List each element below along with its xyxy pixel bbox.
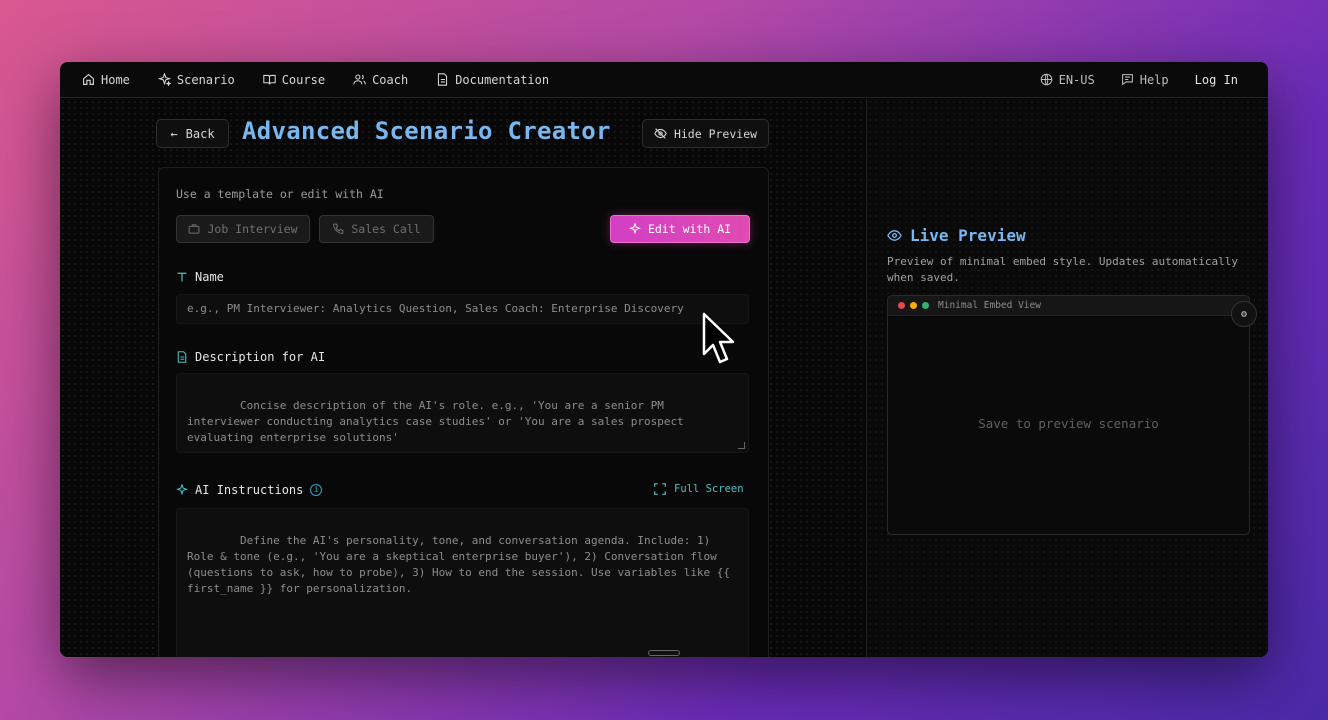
sales-call-label: Sales Call — [351, 222, 421, 236]
fullscreen-button[interactable]: Full Screen — [654, 483, 744, 495]
hide-preview-label: Hide Preview — [673, 126, 758, 141]
job-interview-template-button[interactable]: Job Interview — [176, 215, 310, 243]
instructions-field-label: AI Instructions i — [176, 483, 323, 497]
nav-documentation-label: Documentation — [455, 72, 550, 87]
info-icon[interactable]: i — [310, 484, 323, 496]
users-icon — [353, 74, 366, 85]
live-preview-description: Preview of minimal embed style. Updates … — [887, 255, 1238, 284]
nav-course-label: Course — [281, 72, 326, 87]
help-link[interactable]: Help — [1121, 73, 1169, 87]
name-field-label: Name — [176, 270, 224, 284]
top-nav: Home Scenario Course Coach Documentation… — [60, 62, 1268, 98]
login-link[interactable]: Log In — [1195, 73, 1238, 87]
app-window: Home Scenario Course Coach Documentation… — [60, 62, 1268, 657]
close-dot-icon — [898, 302, 905, 309]
embed-title-bar: Minimal Embed View — [888, 296, 1249, 316]
help-label: Help — [1139, 72, 1169, 87]
minimize-dot-icon — [910, 302, 917, 309]
nav-coach-label: Coach — [372, 72, 409, 87]
embed-empty-message: Save to preview scenario — [978, 416, 1159, 431]
back-label: Back — [185, 126, 215, 141]
description-field-label: Description for AI — [176, 350, 325, 364]
embed-preview: Minimal Embed View Save to preview scena… — [887, 295, 1250, 535]
page-title: Advanced Scenario Creator — [242, 117, 611, 145]
description-textarea[interactable]: Concise description of the AI's role. e.… — [176, 373, 749, 453]
message-icon — [1121, 74, 1133, 86]
instructions-placeholder: Define the AI's personality, tone, and c… — [187, 534, 737, 595]
language-selector[interactable]: EN-US — [1040, 73, 1095, 87]
preview-pane: Live Preview Preview of minimal embed st… — [866, 99, 1268, 657]
live-preview-label: Live Preview — [910, 226, 1026, 245]
phone-icon — [333, 223, 344, 234]
instructions-textarea[interactable]: Define the AI's personality, tone, and c… — [176, 508, 749, 657]
text-icon — [177, 272, 187, 282]
fullscreen-label: Full Screen — [674, 483, 744, 495]
language-label: EN-US — [1058, 72, 1095, 87]
live-preview-title: Live Preview — [887, 226, 1026, 245]
book-icon — [262, 74, 276, 85]
login-label: Log In — [1194, 72, 1238, 87]
template-hint: Use a template or edit with AI — [176, 187, 384, 201]
nav-scenario-label: Scenario — [176, 72, 235, 87]
embed-title: Minimal Embed View — [938, 300, 1041, 311]
arrow-left-icon: ← — [170, 126, 178, 141]
panel-toggle-icon[interactable]: ⚙ — [1231, 301, 1257, 327]
instructions-label-text: AI Instructions — [195, 483, 304, 497]
job-interview-label: Job Interview — [207, 222, 298, 236]
scenario-form: Use a template or edit with AI Job Inter… — [158, 167, 769, 657]
home-icon — [83, 73, 94, 85]
eye-icon — [887, 230, 902, 241]
sparkle-icon — [176, 484, 188, 496]
bottom-drag-handle[interactable] — [648, 650, 680, 656]
hide-preview-button[interactable]: Hide Preview — [642, 119, 769, 148]
nav-course[interactable]: Course — [262, 72, 326, 87]
nav-documentation[interactable]: Documentation — [436, 73, 549, 87]
nav-right: EN-US Help Log In — [1040, 73, 1246, 87]
globe-icon — [1040, 73, 1052, 86]
sparkle-icon — [157, 73, 171, 86]
nav-scenario[interactable]: Scenario — [157, 72, 235, 87]
back-button[interactable]: ← Back — [156, 119, 229, 148]
edit-with-ai-label: Edit with AI — [647, 222, 732, 236]
briefcase-icon — [189, 224, 200, 234]
resize-handle[interactable] — [738, 442, 745, 449]
maximize-dot-icon — [922, 302, 929, 309]
expand-icon — [654, 483, 666, 495]
document-icon — [438, 73, 448, 86]
editor-pane: ← Back Advanced Scenario Creator Hide Pr… — [60, 99, 865, 657]
nav-home-label: Home — [101, 72, 130, 87]
edit-with-ai-button[interactable]: Edit with AI — [610, 215, 750, 243]
nav-home[interactable]: Home — [82, 73, 130, 87]
sales-call-template-button[interactable]: Sales Call — [319, 215, 434, 243]
description-label-text: Description for AI — [195, 350, 326, 364]
nav-coach[interactable]: Coach — [353, 73, 408, 87]
eye-off-icon — [654, 128, 667, 139]
mouse-cursor-icon — [702, 312, 735, 364]
sparkle-icon — [628, 223, 641, 235]
name-input[interactable]: e.g., PM Interviewer: Analytics Question… — [176, 294, 749, 324]
description-placeholder: Concise description of the AI's role. e.… — [187, 399, 691, 444]
name-label-text: Name — [195, 270, 224, 284]
file-text-icon — [177, 351, 187, 363]
